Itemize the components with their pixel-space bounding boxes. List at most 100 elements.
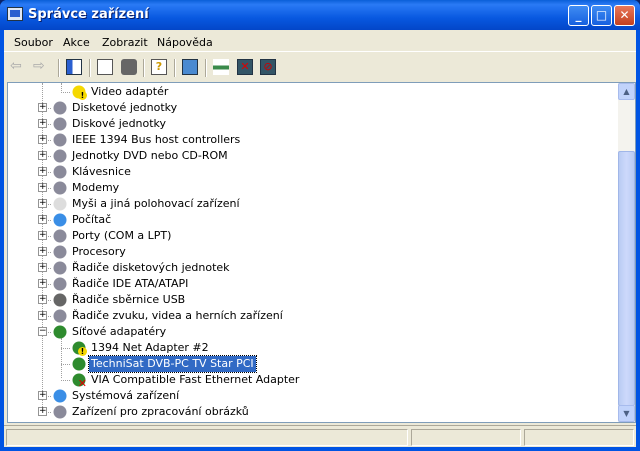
scroll-down-button[interactable]: ▼ — [618, 405, 635, 422]
expand-button[interactable]: + — [38, 247, 47, 256]
tree-item[interactable]: ! 1394 Net Adapter #2 — [8, 340, 620, 356]
tree-item[interactable]: + Porty (COM a LPT) — [8, 228, 620, 244]
tree-connector — [61, 380, 70, 381]
minimize-button[interactable]: _ — [568, 5, 589, 26]
status-pane-main — [6, 429, 408, 446]
tree-connector — [61, 348, 70, 349]
tree-connector — [61, 92, 70, 93]
tree-item-label: Modemy — [72, 181, 120, 194]
print-icon[interactable] — [121, 59, 137, 75]
back-icon[interactable]: ⇦ — [10, 59, 26, 75]
ieee1394-icon — [52, 132, 68, 148]
device-manager-window: Správce zařízení _ □ ✕ Soubor Akce Zobra… — [0, 0, 640, 451]
expand-button[interactable]: + — [38, 391, 47, 400]
tree-item[interactable]: + Myši a jiná polohovací zařízení — [8, 196, 620, 212]
properties-icon[interactable] — [97, 59, 113, 75]
status-pane-2 — [411, 429, 521, 446]
system-device-icon — [52, 388, 68, 404]
expand-button[interactable]: + — [38, 183, 47, 192]
expand-button[interactable]: + — [38, 103, 47, 112]
uninstall-icon[interactable]: ✕ — [237, 59, 253, 75]
tree-item-label: Řadiče disketových jednotek — [72, 261, 230, 274]
tree-item[interactable]: ! Video adaptér — [8, 84, 620, 100]
tree-item[interactable]: − Síťové adapatéry — [8, 324, 620, 340]
tree-item[interactable]: + Modemy — [8, 180, 620, 196]
disk-drive-icon — [52, 116, 68, 132]
expand-button[interactable]: + — [38, 279, 47, 288]
port-icon — [52, 228, 68, 244]
tree-item[interactable]: + Řadiče disketových jednotek — [8, 260, 620, 276]
toolbar: ⇦ ⇨ ? ✕ ⊘ — [4, 55, 636, 80]
tree-connector — [61, 364, 70, 365]
tree-item-label: Disketové jednotky — [72, 101, 178, 114]
close-button[interactable]: ✕ — [614, 5, 635, 26]
floppy-icon — [52, 100, 68, 116]
maximize-button[interactable]: □ — [591, 5, 612, 26]
tree-item-label: IEEE 1394 Bus host controllers — [72, 133, 241, 146]
menu-soubor[interactable]: Soubor — [14, 36, 53, 49]
processor-icon — [52, 244, 68, 260]
collapse-button[interactable]: − — [38, 327, 47, 336]
tree-item[interactable]: ✕ VIA Compatible Fast Ethernet Adapter — [8, 372, 620, 389]
tree-item-label: 1394 Net Adapter #2 — [91, 341, 209, 354]
scroll-up-button[interactable]: ▲ — [618, 83, 635, 100]
title-bar[interactable]: Správce zařízení _ □ ✕ — [0, 0, 640, 30]
cdrom-icon — [52, 148, 68, 164]
warning-display-icon: ! — [71, 84, 87, 100]
tree-item[interactable]: + Řadiče IDE ATA/ATAPI — [8, 276, 620, 292]
keyboard-icon — [52, 164, 68, 180]
expand-button[interactable]: + — [38, 135, 47, 144]
tree-item[interactable]: + Počítač — [8, 212, 620, 228]
expand-button[interactable]: + — [38, 119, 47, 128]
tree-item-label: Systémová zařízení — [72, 389, 180, 402]
tree-item-label: Myši a jiná polohovací zařízení — [72, 197, 240, 210]
menu-zobrazit[interactable]: Zobrazit — [102, 36, 148, 49]
tree-item-label: TechniSat DVB-PC TV Star PCI — [88, 355, 257, 373]
menu-napoveda[interactable]: Nápověda — [157, 36, 213, 49]
tree-item[interactable]: + Systémová zařízení — [8, 388, 620, 404]
status-pane-3 — [524, 429, 634, 446]
expand-button[interactable]: + — [38, 167, 47, 176]
tree-item-label: Procesory — [72, 245, 126, 258]
expand-button[interactable]: + — [38, 151, 47, 160]
expand-button[interactable]: + — [38, 263, 47, 272]
expand-button[interactable]: + — [38, 407, 47, 416]
ide-controller-icon — [52, 276, 68, 292]
show-hide-console-tree-icon[interactable] — [66, 59, 82, 75]
tree-item-label: Řadiče IDE ATA/ATAPI — [72, 277, 189, 290]
tree-item[interactable]: + Procesory — [8, 244, 620, 260]
menu-akce[interactable]: Akce — [63, 36, 90, 49]
window-title: Správce zařízení — [28, 7, 149, 22]
disable-icon[interactable]: ⊘ — [260, 59, 276, 75]
usb-icon — [52, 292, 68, 308]
tree-item[interactable]: + Jednotky DVD nebo CD-ROM — [8, 148, 620, 164]
expand-button[interactable]: + — [38, 295, 47, 304]
sound-icon — [52, 308, 68, 324]
expand-button[interactable]: + — [38, 215, 47, 224]
scan-hardware-icon[interactable] — [182, 59, 198, 75]
expand-button[interactable]: + — [38, 199, 47, 208]
network-adapter-icon — [52, 324, 68, 340]
tree-item-label: Zařízení pro zpracování obrázků — [72, 405, 249, 418]
tree-item[interactable]: + Řadiče zvuku, videa a herních zařízení — [8, 308, 620, 324]
update-driver-icon[interactable] — [213, 59, 229, 75]
scrollbar-thumb[interactable] — [618, 151, 635, 406]
computer-icon — [52, 212, 68, 228]
tree-item[interactable]: + IEEE 1394 Bus host controllers — [8, 132, 620, 148]
tree-item[interactable]: TechniSat DVB-PC TV Star PCI — [8, 355, 620, 373]
vertical-scrollbar[interactable]: ▲ ▼ — [618, 83, 635, 422]
tree-item[interactable]: + Zařízení pro zpracování obrázků — [8, 404, 620, 420]
tree-item-label: Řadiče zvuku, videa a herních zařízení — [72, 309, 283, 322]
tree-item[interactable]: + Klávesnice — [8, 164, 620, 180]
expand-button[interactable]: + — [38, 231, 47, 240]
tree-item[interactable]: + Řadiče sběrnice USB — [8, 292, 620, 308]
tree-item-label: Porty (COM a LPT) — [72, 229, 172, 242]
forward-icon[interactable]: ⇨ — [33, 59, 49, 75]
device-tree[interactable]: ▲ ▼ ! Video adaptér + Disketové jednotky + Di… — [7, 82, 636, 423]
tree-item[interactable]: + Disketové jednotky — [8, 100, 620, 116]
help-icon[interactable]: ? — [151, 59, 167, 75]
expand-button[interactable]: + — [38, 311, 47, 320]
tree-item-label: Řadiče sběrnice USB — [72, 293, 186, 306]
tree-item-label: Video adaptér — [91, 85, 169, 98]
tree-item[interactable]: + Diskové jednotky — [8, 116, 620, 132]
